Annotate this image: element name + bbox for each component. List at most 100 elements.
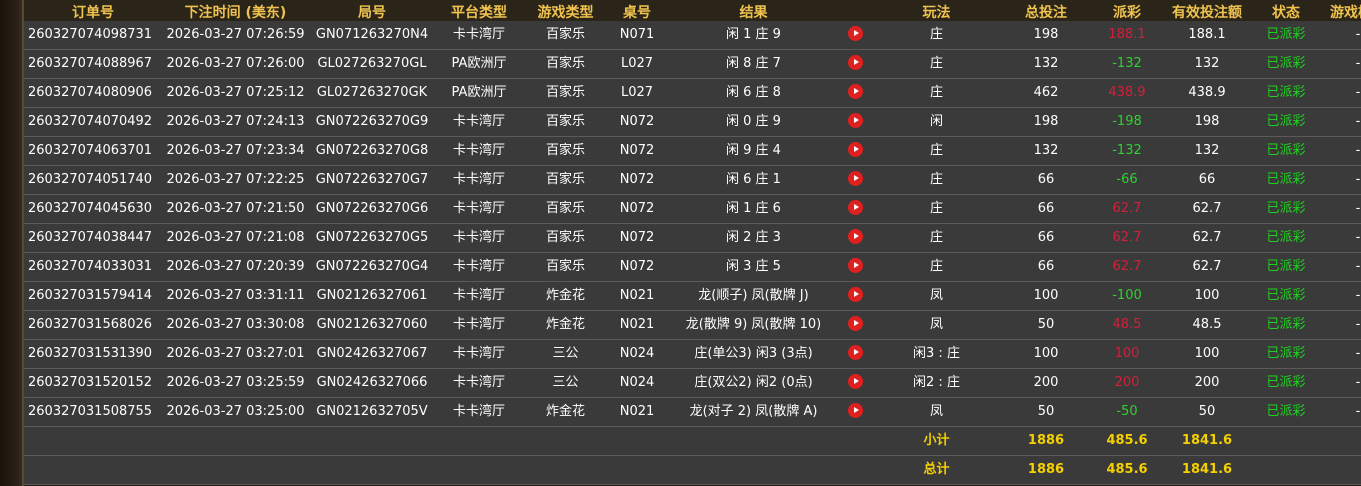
play-video-icon[interactable] xyxy=(847,200,863,215)
header-col-game-mode: 游戏模式 xyxy=(1324,0,1361,21)
play-video-icon[interactable] xyxy=(847,258,863,273)
header-col-status: 状态 xyxy=(1248,0,1324,21)
payout-cell: 200 xyxy=(1088,368,1166,398)
play-video-icon[interactable] xyxy=(847,26,863,41)
order-id-cell: 260327074038447 xyxy=(24,223,162,253)
order-id-cell: 260327031508755 xyxy=(24,397,162,427)
play-video-icon[interactable] xyxy=(847,84,863,99)
play-video-icon[interactable] xyxy=(847,229,863,244)
table-row[interactable]: 260327074070492 2026-03-27 07:24:13 GN0722… xyxy=(24,107,1361,137)
total-bet-cell: 66 xyxy=(1004,223,1088,253)
payout-cell: 438.9 xyxy=(1088,78,1166,108)
subtotal-empty xyxy=(1248,426,1324,456)
round-id-cell: GL027263270GL xyxy=(309,49,435,79)
game-mode-cell: - xyxy=(1324,397,1361,427)
status-cell: 已派彩 xyxy=(1248,165,1324,195)
total-empty xyxy=(1324,455,1361,485)
subtotal-valid: 1841.6 xyxy=(1166,426,1248,456)
total-bet-cell: 100 xyxy=(1004,339,1088,369)
result-cell: 闲 3 庄 5 xyxy=(666,252,841,282)
video-cell xyxy=(841,281,869,311)
result-cell: 庄(单公3) 闲3 (3点) xyxy=(666,339,841,369)
round-id-cell: GN072263270G4 xyxy=(309,252,435,282)
table-row[interactable]: 260327031579414 2026-03-27 03:31:11 GN0212… xyxy=(24,281,1361,311)
table-row[interactable]: 260327074098731 2026-03-27 07:26:59 GN0712… xyxy=(24,21,1361,50)
order-id-cell: 260327074033031 xyxy=(24,252,162,282)
platform-cell: PA欧洲厅 xyxy=(435,49,523,79)
table-row[interactable]: 260327074051740 2026-03-27 07:22:25 GN0722… xyxy=(24,165,1361,195)
total-bet-cell: 200 xyxy=(1004,368,1088,398)
result-cell: 闲 6 庄 8 xyxy=(666,78,841,108)
round-id-cell: GN072263270G7 xyxy=(309,165,435,195)
order-id-cell: 260327031531390 xyxy=(24,339,162,369)
table-row[interactable]: 260327074033031 2026-03-27 07:20:39 GN0722… xyxy=(24,252,1361,282)
total-row: 总计 1886 485.6 1841.6 xyxy=(24,455,1361,485)
status-cell: 已派彩 xyxy=(1248,310,1324,340)
total-bet-cell: 132 xyxy=(1004,136,1088,166)
table-row[interactable]: 260327074063701 2026-03-27 07:23:34 GN0722… xyxy=(24,136,1361,166)
total-bet-cell: 132 xyxy=(1004,49,1088,79)
game-mode-cell: - xyxy=(1324,165,1361,195)
valid-bet-cell: 100 xyxy=(1166,281,1248,311)
play-video-icon[interactable] xyxy=(847,403,863,418)
game-mode-cell: - xyxy=(1324,49,1361,79)
game-mode-cell: - xyxy=(1324,368,1361,398)
bet-time-cell: 2026-03-27 07:22:25 xyxy=(162,165,309,195)
play-video-icon[interactable] xyxy=(847,113,863,128)
game-mode-cell: - xyxy=(1324,339,1361,369)
header-col-payout: 派彩 xyxy=(1088,0,1166,21)
play-video-icon[interactable] xyxy=(847,374,863,389)
total-bet-cell: 66 xyxy=(1004,252,1088,282)
subtotal-row: 小计 1886 485.6 1841.6 xyxy=(24,426,1361,456)
total-bet-cell: 50 xyxy=(1004,397,1088,427)
table-row[interactable]: 260327031520152 2026-03-27 03:25:59 GN0242… xyxy=(24,368,1361,398)
game-mode-cell: - xyxy=(1324,78,1361,108)
table-row[interactable]: 260327031508755 2026-03-27 03:25:00 GN0212… xyxy=(24,397,1361,427)
table-row[interactable]: 260327031531390 2026-03-27 03:27:01 GN0242… xyxy=(24,339,1361,369)
result-cell: 龙(散牌 9) 凤(散牌 10) xyxy=(666,310,841,340)
table-row[interactable]: 260327074045630 2026-03-27 07:21:50 GN0722… xyxy=(24,194,1361,224)
play-video-icon[interactable] xyxy=(847,316,863,331)
bet-time-cell: 2026-03-27 03:25:59 xyxy=(162,368,309,398)
bet-records-table-wrap[interactable]: 订单号 下注时间 (美东) 局号 平台类型 游戏类型 桌号 结果 玩法 总投注 派彩 有效投注额 状态… xyxy=(24,0,1361,486)
play-video-icon[interactable] xyxy=(847,142,863,157)
status-cell: 已派彩 xyxy=(1248,194,1324,224)
table-no-cell: N021 xyxy=(608,281,666,311)
total-bet-cell: 198 xyxy=(1004,107,1088,137)
table-no-cell: N072 xyxy=(608,165,666,195)
bet-time-cell: 2026-03-27 03:25:00 xyxy=(162,397,309,427)
total-spacer xyxy=(24,455,869,485)
round-id-cell: GN02126327061 xyxy=(309,281,435,311)
valid-bet-cell: 132 xyxy=(1166,136,1248,166)
total-bet-cell: 66 xyxy=(1004,194,1088,224)
header-row: 订单号 下注时间 (美东) 局号 平台类型 游戏类型 桌号 结果 玩法 总投注 派彩 有效投注额 状态… xyxy=(24,0,1361,21)
result-cell: 龙(顺子) 凤(散牌 J) xyxy=(666,281,841,311)
result-cell: 庄(双公2) 闲2 (0点) xyxy=(666,368,841,398)
header-col-valid-bet: 有效投注额 xyxy=(1166,0,1248,21)
header-col-order-id: 订单号 xyxy=(24,0,162,21)
game-type-cell: 三公 xyxy=(523,368,608,398)
game-type-cell: 百家乐 xyxy=(523,107,608,137)
table-row[interactable]: 260327074038447 2026-03-27 07:21:08 GN0722… xyxy=(24,223,1361,253)
game-type-cell: 百家乐 xyxy=(523,252,608,282)
play-video-icon[interactable] xyxy=(847,55,863,70)
header-col-video xyxy=(841,0,869,21)
play-cell: 庄 xyxy=(869,78,1004,108)
play-video-icon[interactable] xyxy=(847,287,863,302)
video-cell xyxy=(841,368,869,398)
table-row[interactable]: 260327031568026 2026-03-27 03:30:08 GN0212… xyxy=(24,310,1361,340)
play-video-icon[interactable] xyxy=(847,345,863,360)
game-mode-cell: - xyxy=(1324,194,1361,224)
play-cell: 闲 xyxy=(869,107,1004,137)
table-row[interactable]: 260327074088967 2026-03-27 07:26:00 GL0272… xyxy=(24,49,1361,79)
bet-time-cell: 2026-03-27 03:31:11 xyxy=(162,281,309,311)
payout-cell: 62.7 xyxy=(1088,252,1166,282)
play-video-icon[interactable] xyxy=(847,171,863,186)
status-cell: 已派彩 xyxy=(1248,252,1324,282)
table-no-cell: N072 xyxy=(608,136,666,166)
header-col-table-no: 桌号 xyxy=(608,0,666,21)
order-id-cell: 260327074063701 xyxy=(24,136,162,166)
bet-time-cell: 2026-03-27 07:21:50 xyxy=(162,194,309,224)
table-row[interactable]: 260327074080906 2026-03-27 07:25:12 GL0272… xyxy=(24,78,1361,108)
payout-cell: 188.1 xyxy=(1088,21,1166,50)
